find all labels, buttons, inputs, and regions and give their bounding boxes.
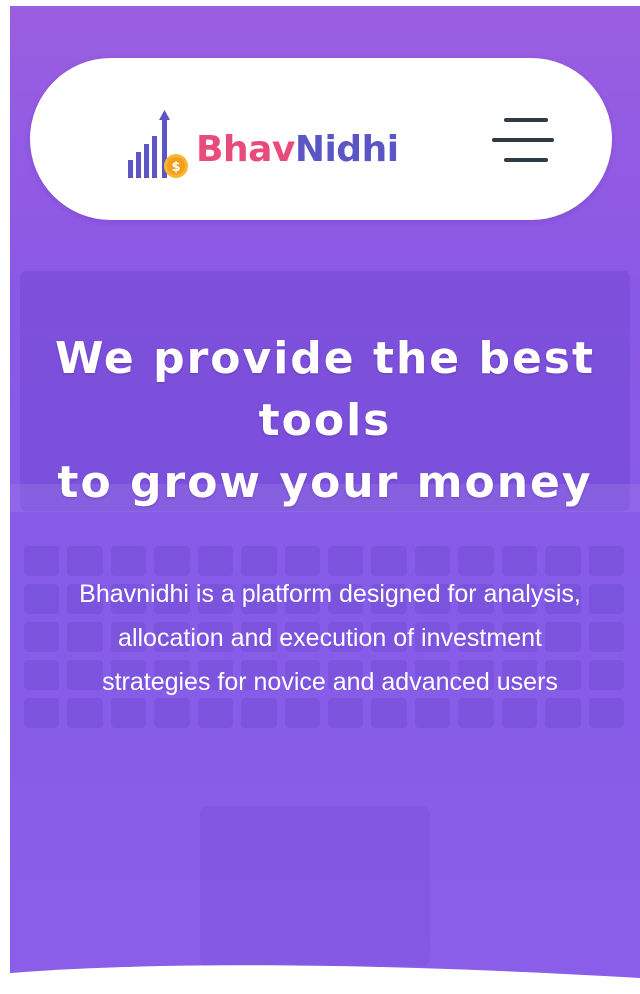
bar-chart-coin-icon: $ — [128, 110, 188, 178]
page: We provide the best tools to grow your m… — [0, 0, 640, 994]
headline-line-1: We provide the best — [54, 333, 596, 384]
headline-line-2: tools — [258, 395, 392, 446]
header-navbar: $ BhavNidhi — [30, 58, 612, 220]
brand-name: BhavNidhi — [196, 129, 399, 170]
hero-headline: We provide the best tools to grow your m… — [10, 328, 640, 514]
hamburger-menu-icon[interactable] — [492, 118, 558, 166]
headline-line-3: to grow your money — [57, 457, 593, 508]
bottom-wave-divider — [0, 965, 640, 994]
brand-logo[interactable]: $ BhavNidhi — [126, 110, 399, 182]
hero-description: Bhavnidhi is a platform designed for ana… — [79, 580, 581, 696]
svg-text:$: $ — [171, 160, 180, 175]
